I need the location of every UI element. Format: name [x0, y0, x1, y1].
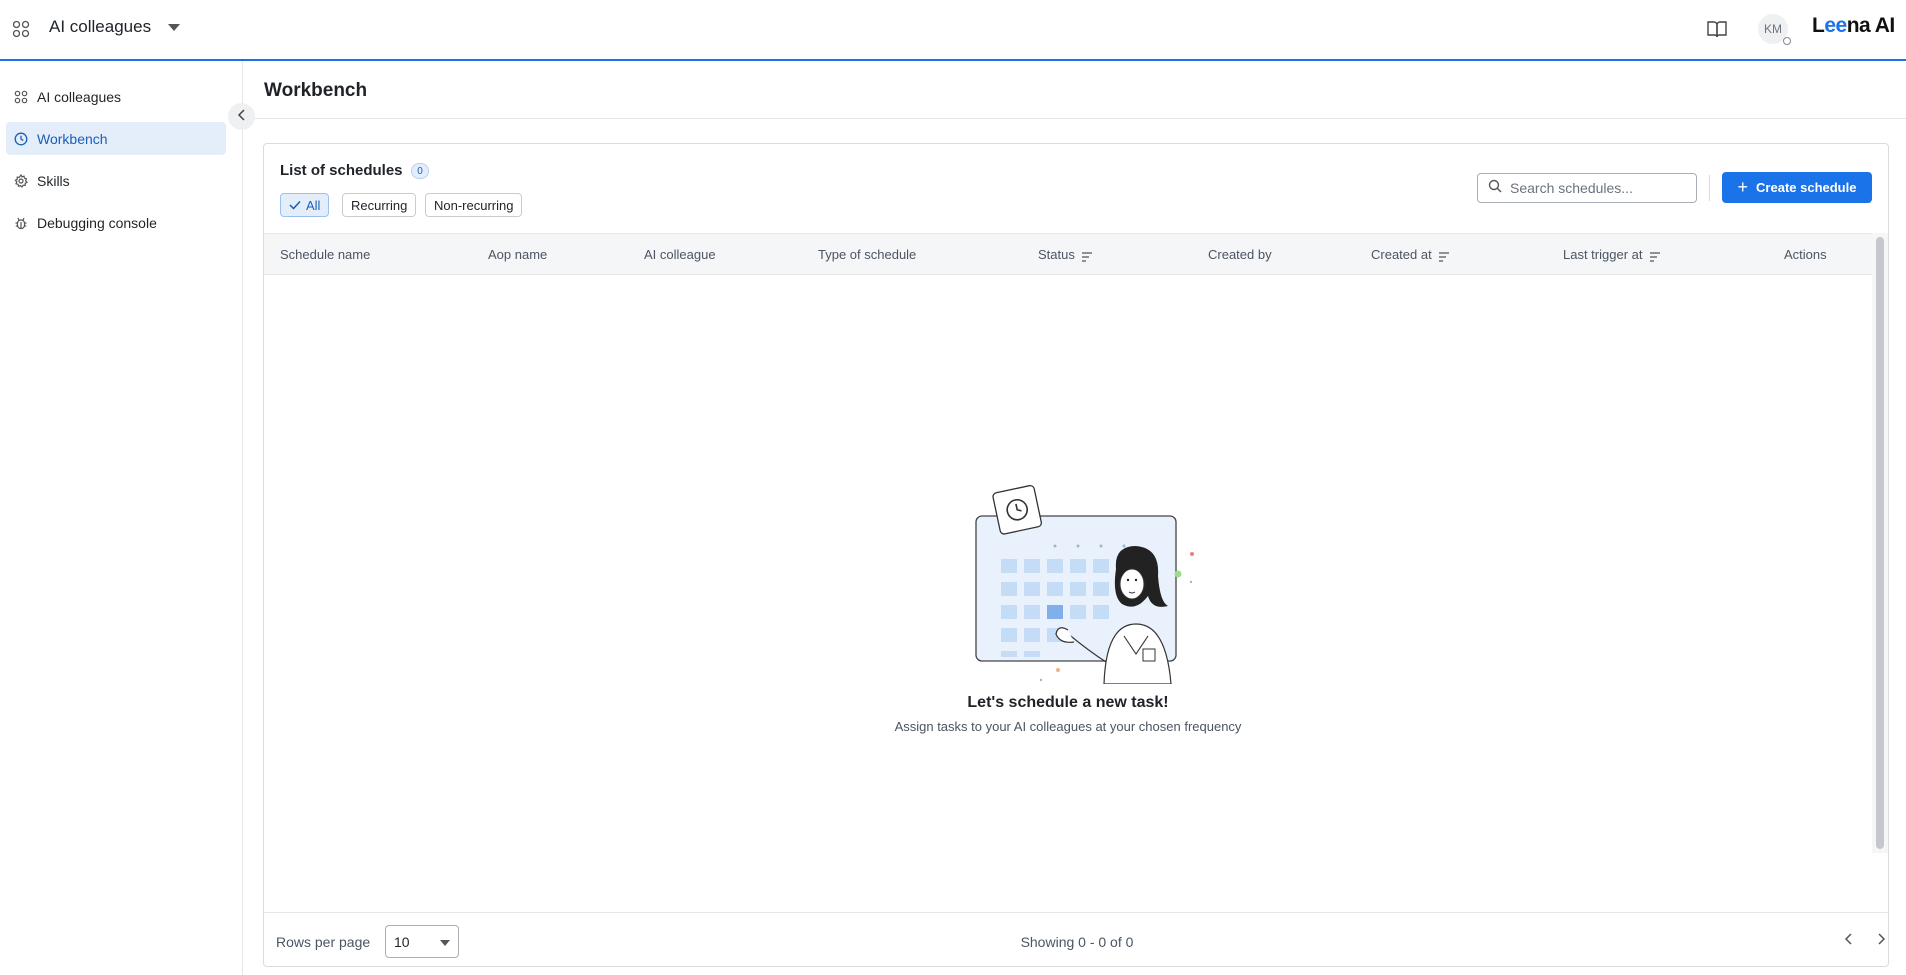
gear-icon [14, 173, 28, 188]
schedules-card: List of schedules 0 All Recurring Non-re… [263, 143, 1889, 967]
chevron-left-icon [1844, 932, 1854, 950]
search-box[interactable] [1477, 173, 1697, 203]
column-header-ai-colleague[interactable]: AI colleague [644, 247, 716, 262]
app-switcher-title[interactable]: AI colleagues [49, 17, 151, 37]
sidebar-item-label: Debugging console [37, 214, 157, 231]
pagination-status: Showing 0 - 0 of 0 [1020, 934, 1134, 950]
column-header-status[interactable]: Status [1038, 247, 1093, 262]
sidebar-item-skills[interactable]: Skills [6, 164, 226, 197]
sort-icon[interactable] [1438, 250, 1450, 262]
vertical-scrollbar[interactable] [1872, 233, 1888, 853]
empty-state-title: Let's schedule a new task! [967, 694, 1169, 711]
page-title: Workbench [264, 80, 368, 101]
check-icon [289, 198, 301, 213]
count-badge: 0 [411, 163, 429, 179]
status-dot [1783, 37, 1791, 45]
sort-icon[interactable] [1081, 250, 1093, 262]
sidebar-item-ai-colleagues[interactable]: AI colleagues [6, 80, 226, 113]
user-avatar[interactable]: KM [1758, 14, 1791, 45]
table-header: Schedule name Aop name AI colleague Type… [264, 233, 1872, 275]
apps-grid-icon[interactable] [12, 20, 30, 38]
column-header-aop-name[interactable]: Aop name [488, 247, 547, 262]
sort-icon[interactable] [1649, 250, 1661, 262]
ai-colleagues-icon [14, 90, 28, 104]
chip-label: Recurring [351, 197, 408, 213]
sidebar-item-workbench[interactable]: Workbench [6, 122, 226, 155]
column-header-type-of-schedule[interactable]: Type of schedule [818, 247, 916, 262]
sidebar-item-debugging-console[interactable]: Debugging console [6, 206, 226, 239]
sidebar-item-label: AI colleagues [37, 88, 122, 105]
plus-icon: + [1737, 177, 1749, 197]
chevron-left-icon [237, 108, 247, 126]
avatar-initials: KM [1764, 22, 1782, 36]
divider [244, 118, 1906, 119]
divider [1709, 175, 1710, 201]
chip-label: All [306, 197, 321, 213]
column-header-created-at[interactable]: Created at [1371, 247, 1450, 262]
chevron-down-icon[interactable] [168, 24, 180, 31]
book-icon[interactable] [1706, 19, 1728, 39]
list-title: List of schedules [280, 162, 403, 179]
sidebar: AI colleagues Workbench Skills Debugging… [0, 61, 243, 975]
bug-icon [14, 216, 28, 230]
empty-state-illustration [946, 484, 1206, 685]
column-header-created-by[interactable]: Created by [1208, 247, 1272, 262]
chip-label: Non-recurring [434, 197, 514, 213]
sidebar-item-label: Workbench [37, 130, 108, 147]
search-input[interactable] [1510, 180, 1690, 196]
chevron-right-icon [1876, 932, 1886, 950]
brand-logo: Leena AI [1812, 14, 1895, 37]
top-header: AI colleagues KM Leena AI [0, 0, 1906, 61]
column-header-actions: Actions [1784, 247, 1827, 262]
filter-chip-non-recurring[interactable]: Non-recurring [425, 193, 523, 217]
column-header-schedule-name[interactable]: Schedule name [280, 247, 370, 262]
clock-icon [14, 132, 28, 146]
search-icon [1488, 179, 1502, 198]
table-footer: Rows per page 10 Showing 0 - 0 of 0 [264, 912, 1888, 966]
previous-page-button[interactable] [1838, 930, 1860, 952]
create-schedule-button[interactable]: + Create schedule [1722, 172, 1872, 203]
scrollbar-thumb[interactable] [1876, 237, 1884, 849]
next-page-button[interactable] [1870, 930, 1888, 952]
sidebar-item-label: Skills [37, 172, 70, 189]
filter-chip-all[interactable]: All [280, 193, 330, 217]
filter-chip-recurring[interactable]: Recurring [342, 193, 417, 217]
empty-state-subtitle: Assign tasks to your AI colleagues at yo… [894, 719, 1242, 734]
collapse-sidebar-button[interactable] [228, 103, 255, 130]
button-label: Create schedule [1756, 180, 1857, 195]
column-header-last-trigger-at[interactable]: Last trigger at [1563, 247, 1661, 262]
